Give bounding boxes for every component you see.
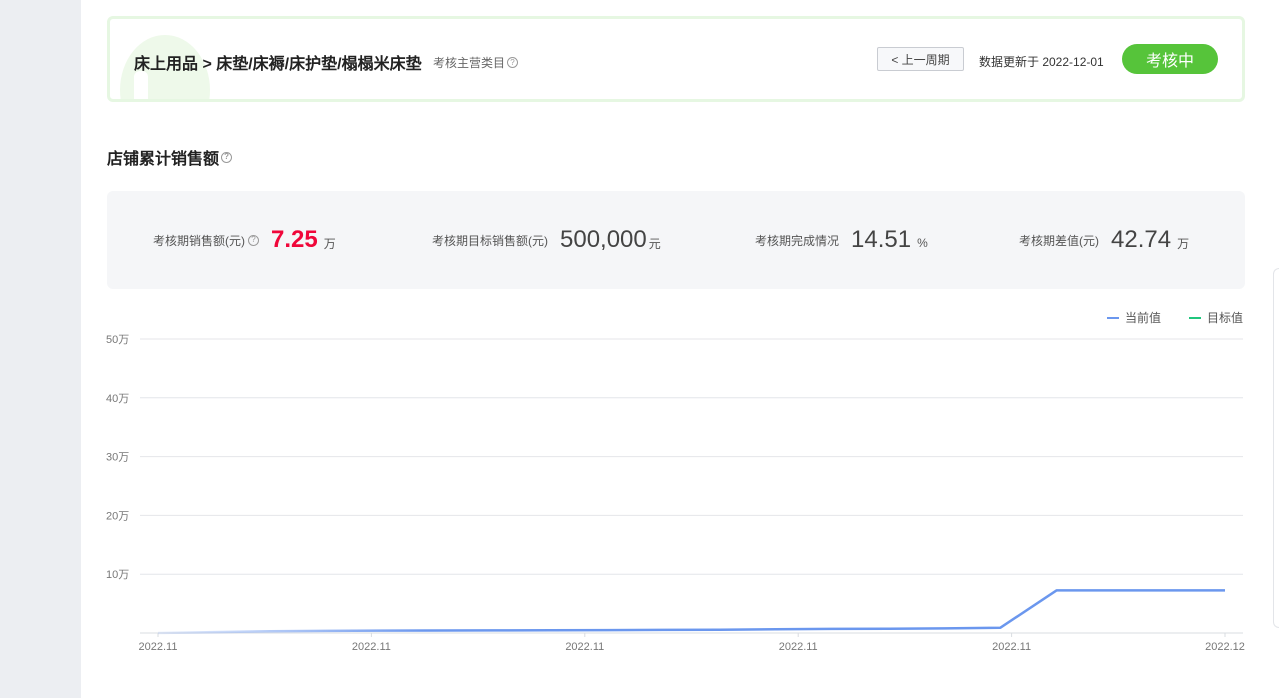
legend-swatch	[1189, 316, 1201, 319]
current-value-line	[157, 589, 1225, 635]
status-badge: 考核中	[1122, 44, 1218, 74]
x-tick-label: 2022.11	[992, 641, 1031, 653]
x-tick-label: 2022.11	[565, 641, 604, 653]
legend-swatch	[1107, 316, 1119, 319]
stat-completion: 考核期完成情况 14.51 %	[755, 191, 928, 289]
stat-label: 考核期差值(元)	[1019, 233, 1099, 248]
section-title: 店铺累计销售额 ?	[107, 145, 233, 169]
y-tick-label: 20万	[106, 510, 129, 522]
stat-unit: 万	[323, 236, 336, 251]
stat-label: 考核期目标销售额(元)	[432, 233, 548, 248]
stat-value: 500,000	[560, 226, 647, 253]
update-timestamp: 数据更新于 2022-12-01	[979, 55, 1104, 69]
stat-unit: 元	[648, 236, 661, 251]
stat-gap: 考核期差值(元) 42.74 万	[1019, 191, 1189, 289]
stat-value: 42.74	[1111, 226, 1172, 253]
stat-unit: %	[917, 236, 928, 250]
x-tick-label: 2022.11	[139, 641, 178, 653]
category-card: 床上用品 > 床垫/床褥/床护垫/榻榻米床垫 考核主营类目 ? < 上一周期 数…	[107, 16, 1245, 102]
stat-sales: 考核期销售额(元) ? 7.25 万	[153, 191, 336, 289]
y-tick-label: 40万	[106, 393, 129, 405]
stat-value: 14.51	[851, 226, 912, 253]
y-tick-label: 50万	[106, 334, 129, 346]
stats-panel: 考核期销售额(元) ? 7.25 万 考核期目标销售额(元) 500,000 元…	[107, 191, 1245, 289]
stat-target: 考核期目标销售额(元) 500,000 元	[432, 191, 661, 289]
help-icon[interactable]: ?	[248, 234, 259, 246]
help-icon[interactable]: ?	[221, 151, 233, 163]
category-title: 床上用品 > 床垫/床褥/床护垫/榻榻米床垫	[134, 56, 422, 73]
x-tick-label: 2022.11	[779, 641, 818, 653]
help-icon[interactable]: ?	[507, 57, 519, 68]
card-decoration-accent	[134, 71, 148, 99]
y-tick-label: 30万	[106, 452, 129, 464]
stat-label: 考核期销售额(元)	[153, 233, 245, 248]
y-tick-label: 10万	[106, 569, 129, 581]
section-title-text: 店铺累计销售额	[107, 151, 220, 168]
sales-line-chart: 10万 20万 30万 40万 50万 2022.11 2022.11 2022.11 2022…	[106, 334, 1245, 653]
stat-value: 7.25	[271, 226, 318, 253]
side-scroll-tab[interactable]	[1273, 268, 1279, 628]
x-tick-label: 2022.12	[1205, 641, 1245, 653]
x-tick-label: 2022.11	[352, 641, 391, 653]
category-hint: 考核主营类目 ?	[433, 54, 519, 71]
stat-unit: 万	[1177, 236, 1190, 251]
stat-label: 考核期完成情况	[755, 233, 840, 248]
prev-period-button[interactable]: < 上一周期	[877, 47, 964, 71]
category-hint-label: 考核主营类目	[433, 56, 506, 70]
